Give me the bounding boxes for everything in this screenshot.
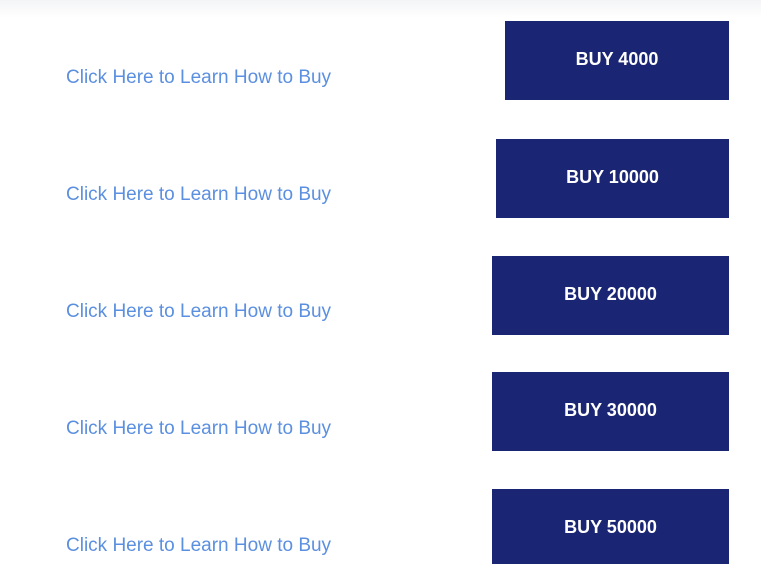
buy-4000-button[interactable]: BUY 4000	[505, 21, 729, 100]
learn-how-to-buy-link-2[interactable]: Click Here to Learn How to Buy	[66, 184, 331, 206]
learn-how-to-buy-link-3[interactable]: Click Here to Learn How to Buy	[66, 301, 331, 323]
buy-20000-button[interactable]: BUY 20000	[492, 256, 729, 335]
purchase-options-page: Click Here to Learn How to Buy BUY 4000 …	[0, 0, 761, 564]
learn-how-to-buy-link-1[interactable]: Click Here to Learn How to Buy	[66, 67, 331, 89]
buy-50000-button[interactable]: BUY 50000	[492, 489, 729, 564]
learn-how-to-buy-link-5[interactable]: Click Here to Learn How to Buy	[66, 535, 331, 557]
buy-30000-button[interactable]: BUY 30000	[492, 372, 729, 451]
buy-10000-button[interactable]: BUY 10000	[496, 139, 729, 218]
learn-how-to-buy-link-4[interactable]: Click Here to Learn How to Buy	[66, 418, 331, 440]
top-divider	[0, 0, 761, 18]
